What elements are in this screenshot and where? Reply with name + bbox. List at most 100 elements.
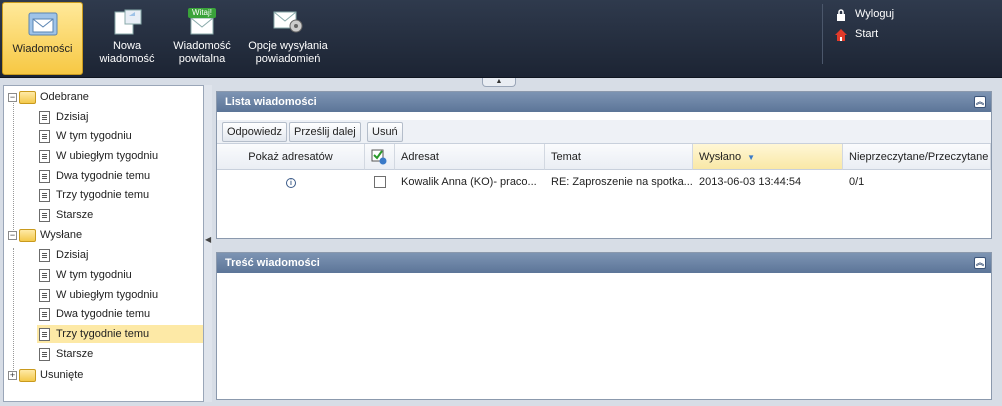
tree-item-received-two-weeks[interactable]: Dwa tygodnie temu (39, 167, 150, 185)
tree-folder-sent[interactable]: − Wysłane (8, 226, 82, 244)
tree-item-label: Dwa tygodnie temu (56, 170, 151, 182)
panel-title: Lista wiadomości (225, 96, 317, 108)
start-label: Start (855, 28, 879, 40)
subject-cell: RE: Zaproszenie na spotka... (551, 176, 693, 188)
message-list-header: Lista wiadomości ︽ (217, 92, 991, 112)
tree-item-label: Trzy tygodnie temu (56, 189, 150, 201)
message-actions-bar: Odpowiedz Prześlij dalej Usuń (217, 120, 991, 144)
panel-splitter[interactable]: ◀ (204, 85, 212, 402)
chevron-left-icon[interactable]: ◀ (205, 235, 211, 244)
document-icon (39, 288, 50, 302)
collapse-panel-icon[interactable]: ︽ (974, 96, 986, 108)
tree-item-label: W ubiegłym tygodniu (56, 150, 159, 162)
tree-item-received-this-week[interactable]: W tym tygodniu (39, 127, 132, 145)
tree-item-label: W tym tygodniu (56, 269, 132, 281)
tree-item-sent-three-weeks[interactable]: Trzy tygodnie temu (37, 325, 203, 343)
new-message-icon (109, 8, 145, 36)
document-icon (39, 268, 50, 282)
tree-folder-label: Odebrane (40, 91, 89, 103)
row-select-cell[interactable] (365, 172, 395, 192)
collapse-panel-icon[interactable]: ︽ (974, 257, 986, 269)
top-toolbar: Wiadomości Nowa wiadomość Witaj! Wiadomo… (0, 0, 1002, 78)
folder-open-icon (19, 228, 36, 242)
toolbar-new-message-label: Nowa wiadomość (99, 40, 155, 65)
tree-item-label: Starsze (56, 348, 94, 360)
messages-icon (25, 11, 61, 39)
sort-desc-icon: ▼ (747, 153, 756, 162)
panel-title: Treść wiadomości (225, 257, 320, 269)
tree-item-label: Dzisiaj (56, 111, 89, 123)
toolbar-messages-button[interactable]: Wiadomości (2, 2, 83, 75)
tree-item-label: W tym tygodniu (56, 130, 132, 142)
welcome-message-icon: Witaj! (184, 8, 220, 36)
tree-folder-label: Usunięte (40, 369, 84, 381)
toolbar-notification-options-button[interactable]: Opcje wysyłania powiadomień (242, 0, 334, 78)
message-content-panel: Treść wiadomości ︽ (216, 252, 992, 400)
document-icon (39, 327, 50, 341)
document-icon (39, 307, 50, 321)
document-icon (39, 208, 50, 222)
tree-item-received-last-week[interactable]: W ubiegłym tygodniu (39, 147, 158, 165)
tree-folder-received[interactable]: − Odebrane (8, 88, 89, 106)
tree-item-received-older[interactable]: Starsze (39, 206, 93, 224)
document-icon (39, 110, 50, 124)
home-icon (835, 28, 847, 41)
folder-open-icon (19, 90, 36, 104)
sent-cell: 2013-06-03 13:44:54 (699, 176, 802, 188)
document-icon (39, 248, 50, 262)
column-read-status[interactable]: Nieprzeczytane/Przeczytane (843, 144, 991, 170)
tree-folder-label: Wysłane (40, 229, 83, 241)
tree-item-label: W ubiegłym tygodniu (56, 289, 159, 301)
tree-item-sent-today[interactable]: Dzisiaj (39, 246, 88, 264)
document-icon (39, 149, 50, 163)
logout-link[interactable]: Wyloguj (835, 4, 894, 24)
recipient-cell: Kowalik Anna (KO)- praco... (401, 176, 537, 188)
tree-item-sent-two-weeks[interactable]: Dwa tygodnie temu (39, 305, 150, 323)
welcome-badge: Witaj! (192, 8, 212, 17)
tree-item-label: Dzisiaj (56, 249, 89, 261)
forward-button[interactable]: Prześlij dalej (289, 122, 361, 142)
collapse-icon[interactable]: − (8, 230, 17, 240)
start-link[interactable]: Start (835, 24, 894, 44)
lock-icon (835, 8, 847, 21)
document-icon (39, 188, 50, 202)
row-checkbox[interactable] (374, 176, 386, 189)
tree-item-sent-older[interactable]: Starsze (39, 345, 93, 363)
document-icon (39, 129, 50, 143)
tree-item-received-today[interactable]: Dzisiaj (39, 108, 88, 126)
folder-tree: − Odebrane Dzisiaj W tym tygodniu W ubie… (3, 85, 204, 402)
tree-item-label: Starsze (56, 209, 94, 221)
column-show-recipients[interactable]: Pokaż adresatów (217, 144, 365, 170)
toolbar-messages-label: Wiadomości (12, 43, 73, 55)
reply-button[interactable]: Odpowiedz (222, 122, 288, 142)
toolbar-new-message-button[interactable]: Nowa wiadomość (90, 0, 164, 78)
folder-closed-icon (19, 368, 36, 382)
tree-item-received-three-weeks[interactable]: Trzy tygodnie temu (39, 186, 149, 204)
column-sent[interactable]: Wysłano ▼ (693, 144, 843, 170)
collapse-toolbar-handle[interactable]: ▲ (482, 78, 516, 87)
toolbar-welcome-message-label: Wiadomość powitalna (173, 40, 231, 65)
expand-icon[interactable]: + (8, 370, 17, 380)
tree-item-sent-this-week[interactable]: W tym tygodniu (39, 266, 132, 284)
info-icon[interactable]: i (286, 178, 296, 188)
chevron-up-icon: ▲ (495, 78, 503, 85)
column-recipient[interactable]: Adresat (395, 144, 545, 170)
tree-folder-deleted[interactable]: + Usunięte (8, 366, 83, 384)
toolbar-welcome-message-button[interactable]: Witaj! Wiadomość powitalna (168, 0, 236, 78)
user-links: Wyloguj Start (822, 4, 894, 64)
show-recipients-cell[interactable]: i (217, 172, 365, 192)
checkbox-info-icon (371, 149, 387, 165)
tree-item-label: Dwa tygodnie temu (56, 308, 151, 320)
logout-label: Wyloguj (855, 8, 895, 20)
column-select[interactable] (365, 144, 395, 170)
tree-item-sent-last-week[interactable]: W ubiegłym tygodniu (39, 286, 158, 304)
collapse-icon[interactable]: − (8, 92, 17, 102)
delete-button[interactable]: Usuń (367, 122, 403, 142)
toolbar-notification-options-label: Opcje wysyłania powiadomień (248, 40, 328, 65)
column-sent-label: Wysłano (699, 151, 742, 163)
document-icon (39, 347, 50, 361)
column-subject[interactable]: Temat (545, 144, 693, 170)
tree-item-label: Trzy tygodnie temu (56, 328, 150, 340)
message-content-header: Treść wiadomości ︽ (217, 253, 991, 273)
message-list-panel: Lista wiadomości ︽ Odpowiedz Prześlij da… (216, 91, 992, 239)
